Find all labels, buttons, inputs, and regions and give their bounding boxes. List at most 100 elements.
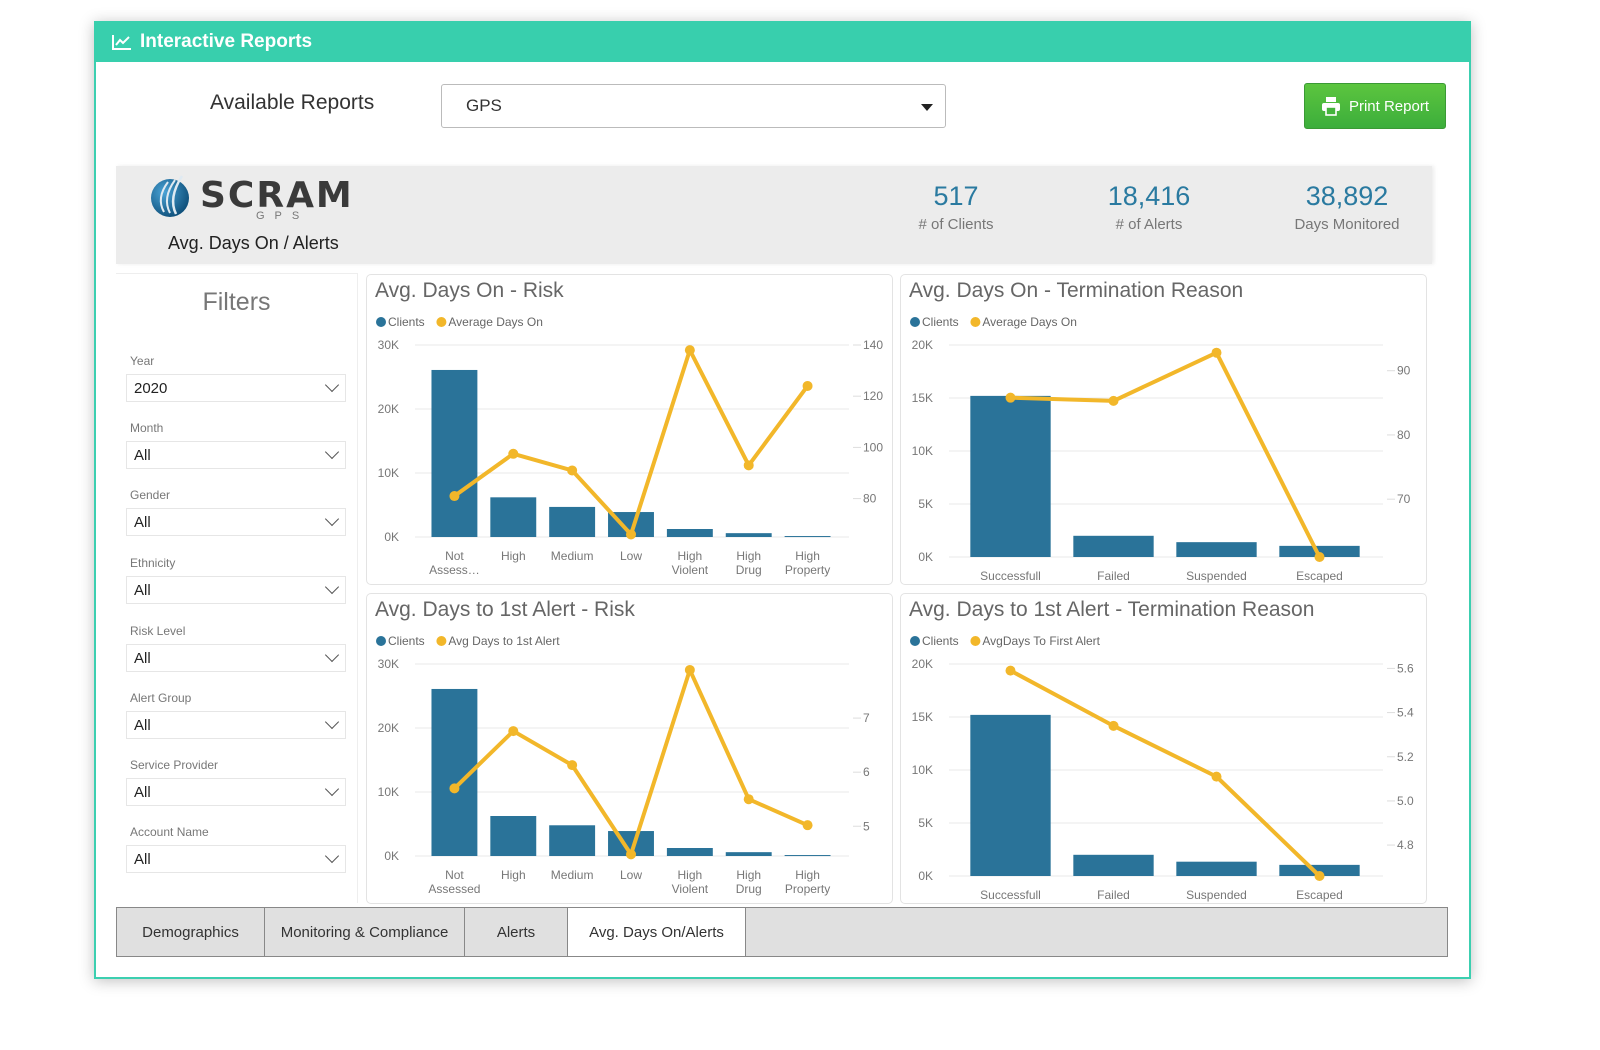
kpi-alerts: 18,416 # of Alerts: [1059, 181, 1239, 233]
window-title: Interactive Reports: [140, 30, 313, 52]
x-tick-label-line: High: [501, 549, 526, 563]
line-point[interactable]: [449, 783, 460, 794]
bar-clients[interactable]: [970, 714, 1051, 876]
y-left-tick-label: 15K: [912, 710, 933, 724]
chart-days-first-alert-termination: Avg. Days to 1st Alert - Termination Rea…: [900, 593, 1427, 904]
y-right-tick-label: 120: [863, 389, 883, 403]
line-point[interactable]: [802, 380, 813, 391]
kpi-label: Days Monitored: [1294, 216, 1400, 233]
legend-label: Avg Days to 1st Alert: [448, 634, 560, 648]
filter-select[interactable]: All: [126, 441, 346, 469]
tab-demographics[interactable]: Demographics: [117, 908, 265, 956]
x-tick-label-line: Escaped: [1296, 569, 1343, 583]
line-point[interactable]: [1314, 552, 1325, 562]
bar-clients[interactable]: [549, 825, 596, 856]
legend-swatch-line: [970, 317, 981, 327]
kpi-clients: 517 # of Clients: [866, 181, 1046, 233]
tab-monitoring-compliance[interactable]: Monitoring & Compliance: [265, 908, 465, 956]
y-right-tick-label: 5.4: [1397, 706, 1414, 720]
tab-avg-days-on-alerts[interactable]: Avg. Days On/Alerts: [568, 908, 746, 956]
filter-select[interactable]: All: [126, 576, 346, 604]
filter-select[interactable]: All: [126, 778, 346, 806]
chart-svg: Clients Avg Days to 1st Alert 0K 10K 20K 30K 5…: [376, 634, 870, 896]
line-point[interactable]: [684, 345, 695, 356]
line-point[interactable]: [802, 820, 813, 831]
y-right-tick-label: 6: [863, 765, 870, 779]
bar-clients[interactable]: [1176, 542, 1257, 557]
legend-label: Clients: [388, 634, 425, 648]
filter-select[interactable]: All: [126, 845, 346, 873]
line-point[interactable]: [743, 794, 754, 805]
line-point[interactable]: [743, 460, 754, 471]
print-report-label: Print Report: [1348, 97, 1430, 115]
chart-legend: Clients Avg Days to 1st Alert: [376, 634, 560, 648]
y-right-tick-label: 4.8: [1397, 838, 1414, 852]
line-point[interactable]: [1005, 665, 1016, 676]
bar-clients[interactable]: [490, 816, 537, 856]
x-tick-label: Successfull: [980, 888, 1041, 902]
line-point[interactable]: [1108, 395, 1119, 406]
chevron-down-icon: [324, 647, 340, 663]
filter-year: Year 2020: [126, 354, 346, 402]
bar-clients[interactable]: [784, 536, 831, 538]
report-select[interactable]: GPS: [441, 84, 946, 128]
filter-select[interactable]: All: [126, 711, 346, 739]
bar-clients[interactable]: [431, 369, 478, 537]
bar-clients[interactable]: [490, 497, 537, 537]
filter-risk-level: Risk Level All: [126, 624, 346, 672]
x-tick-label-line: Not: [445, 549, 464, 563]
bar-clients[interactable]: [784, 855, 831, 857]
printer-icon: [1321, 97, 1340, 116]
x-tick-label-line: Property: [785, 882, 830, 896]
chart-legend: Clients Average Days On: [376, 315, 543, 329]
bar-clients[interactable]: [725, 852, 772, 856]
bar-clients[interactable]: [1176, 861, 1257, 876]
filter-select[interactable]: All: [126, 644, 346, 672]
bar-clients[interactable]: [970, 395, 1051, 557]
line-point[interactable]: [1005, 392, 1016, 403]
line-point[interactable]: [626, 529, 636, 540]
y-left-tick-label: 30K: [378, 338, 399, 352]
filter-select[interactable]: 2020: [126, 374, 346, 402]
legend-swatch-line: [436, 636, 447, 646]
line-point[interactable]: [1211, 347, 1222, 358]
x-tick-label: Low: [620, 868, 642, 882]
chevron-down-icon: [324, 848, 340, 864]
kpi-label: # of Clients: [918, 216, 994, 233]
bar-clients[interactable]: [1073, 535, 1154, 557]
filter-select[interactable]: All: [126, 508, 346, 536]
line-point[interactable]: [508, 448, 519, 459]
line-point[interactable]: [1108, 720, 1119, 731]
line-point[interactable]: [626, 849, 636, 860]
x-tick-label-line: Drug: [736, 563, 762, 577]
scram-globe-icon: [151, 175, 189, 217]
bar-clients[interactable]: [549, 506, 596, 537]
y-left-tick-label: 0K: [918, 869, 933, 883]
tab-alerts[interactable]: Alerts: [465, 908, 568, 956]
legend-swatch-line: [436, 317, 447, 327]
chevron-down-icon: [324, 444, 340, 460]
legend-label: Clients: [922, 634, 959, 648]
filter-account-name: Account Name All: [126, 825, 346, 873]
x-tick-label: High Drug: [736, 549, 762, 577]
line-point[interactable]: [684, 664, 695, 675]
x-tick-label: Failed: [1097, 569, 1130, 583]
y-left-tick-label: 20K: [912, 338, 933, 352]
line-point[interactable]: [567, 465, 578, 476]
bar-clients[interactable]: [666, 848, 713, 856]
legend-swatch-clients: [910, 636, 920, 646]
x-tick-label-line: High: [678, 549, 703, 563]
line-point[interactable]: [449, 491, 460, 502]
bar-clients[interactable]: [666, 529, 713, 537]
line-point[interactable]: [1211, 771, 1222, 782]
line-point[interactable]: [1314, 871, 1325, 881]
y-right-tick-label: 5.6: [1397, 661, 1414, 675]
print-report-button[interactable]: Print Report: [1304, 83, 1446, 129]
filter-label: Year: [130, 354, 155, 368]
filter-value: All: [134, 716, 151, 734]
caret-down-icon: [921, 104, 933, 111]
line-point[interactable]: [567, 760, 578, 771]
bar-clients[interactable]: [725, 533, 772, 537]
line-point[interactable]: [508, 726, 519, 737]
bar-clients[interactable]: [1073, 854, 1154, 876]
